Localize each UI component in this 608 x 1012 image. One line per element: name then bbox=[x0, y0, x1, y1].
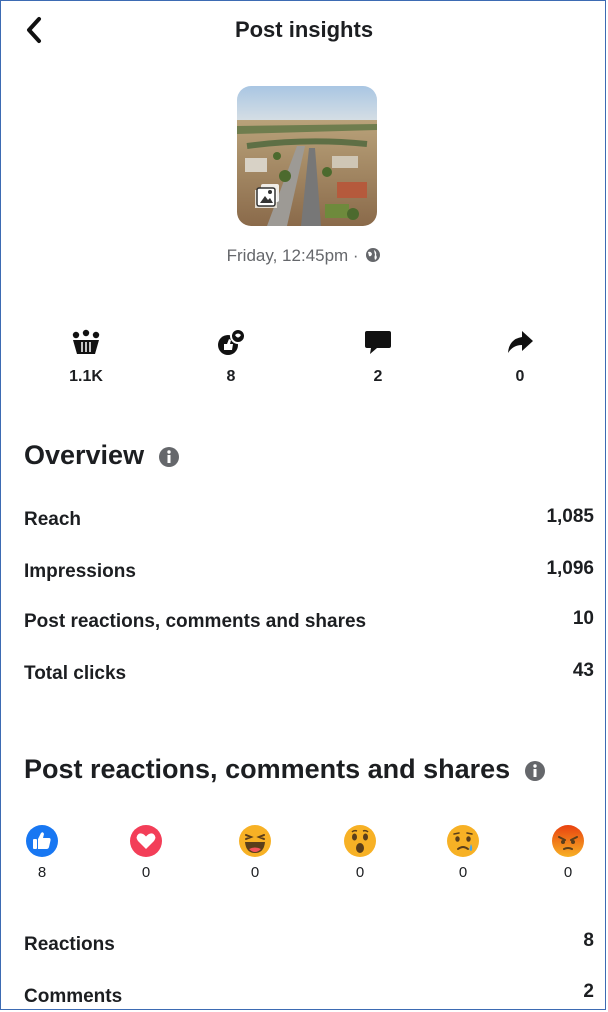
reaction-haha[interactable]: 0 bbox=[230, 824, 280, 881]
info-icon[interactable] bbox=[524, 760, 546, 782]
photo-album-icon bbox=[255, 182, 281, 208]
row-label: Comments bbox=[24, 986, 123, 1007]
row-value: 1,085 bbox=[546, 506, 594, 527]
angry-icon bbox=[552, 825, 584, 857]
row-value: 2 bbox=[583, 981, 594, 1002]
reaction-count: 0 bbox=[141, 864, 151, 881]
engagement-row-comments: Comments 2 bbox=[24, 981, 594, 1010]
reaction-count: 8 bbox=[37, 864, 47, 881]
reaction-like[interactable]: 8 bbox=[17, 824, 67, 881]
reactions-icon bbox=[218, 328, 246, 355]
overview-row-impressions: Impressions 1,096 bbox=[24, 558, 594, 586]
stat-reach-value: 1.1K bbox=[69, 368, 103, 385]
stat-shares-value: 0 bbox=[515, 368, 525, 385]
share-icon bbox=[508, 331, 533, 353]
reaction-count: 0 bbox=[458, 864, 468, 881]
like-icon bbox=[26, 825, 58, 857]
row-label: Total clicks bbox=[24, 663, 127, 684]
info-icon[interactable] bbox=[158, 446, 180, 468]
row-label: Reactions bbox=[24, 934, 115, 955]
reaction-count: 0 bbox=[563, 864, 573, 881]
engagement-title: Post reactions, comments and shares bbox=[24, 754, 511, 784]
reaction-count: 0 bbox=[355, 864, 365, 881]
overview-title: Overview bbox=[24, 440, 145, 470]
globe-icon bbox=[366, 248, 381, 262]
love-icon bbox=[130, 825, 162, 857]
page-title: Post insights bbox=[234, 17, 374, 42]
row-value: 43 bbox=[572, 660, 594, 681]
row-label: Post reactions, comments and shares bbox=[24, 611, 367, 632]
row-label: Impressions bbox=[24, 561, 136, 582]
reaction-love[interactable]: 0 bbox=[121, 824, 171, 881]
row-value: 1,096 bbox=[546, 558, 594, 579]
post-thumbnail[interactable] bbox=[237, 86, 377, 226]
reach-icon bbox=[72, 329, 100, 354]
stat-reactions-value: 8 bbox=[226, 368, 236, 385]
reaction-angry[interactable]: 0 bbox=[543, 824, 593, 881]
row-value: 8 bbox=[583, 930, 594, 951]
stat-reactions[interactable]: 8 bbox=[176, 328, 286, 386]
reaction-count: 0 bbox=[250, 864, 260, 881]
row-value: 10 bbox=[572, 608, 594, 629]
overview-row-reach: Reach 1,085 bbox=[24, 506, 594, 534]
overview-row-total-clicks: Total clicks 43 bbox=[24, 660, 594, 688]
post-timestamp: Friday, 12:45pm · bbox=[0, 246, 608, 266]
engagement-heading: Post reactions, comments and shares bbox=[24, 754, 546, 785]
overview-row-engagement: Post reactions, comments and shares 10 bbox=[24, 608, 594, 636]
sad-icon bbox=[447, 825, 479, 857]
reaction-wow[interactable]: 0 bbox=[335, 824, 385, 881]
stat-shares[interactable]: 0 bbox=[465, 328, 575, 386]
overview-heading: Overview bbox=[24, 440, 180, 471]
post-date-text: Friday, 12:45pm · bbox=[226, 246, 359, 265]
reaction-sad[interactable]: 0 bbox=[438, 824, 488, 881]
stat-reach[interactable]: 1.1K bbox=[31, 328, 141, 386]
haha-icon bbox=[239, 825, 271, 857]
comment-icon bbox=[365, 331, 391, 354]
stat-comments[interactable]: 2 bbox=[323, 328, 433, 386]
stat-comments-value: 2 bbox=[373, 368, 383, 385]
header: Post insights bbox=[0, 0, 608, 60]
wow-icon bbox=[344, 825, 376, 857]
row-label: Reach bbox=[24, 509, 82, 530]
engagement-row-reactions: Reactions 8 bbox=[24, 930, 594, 958]
